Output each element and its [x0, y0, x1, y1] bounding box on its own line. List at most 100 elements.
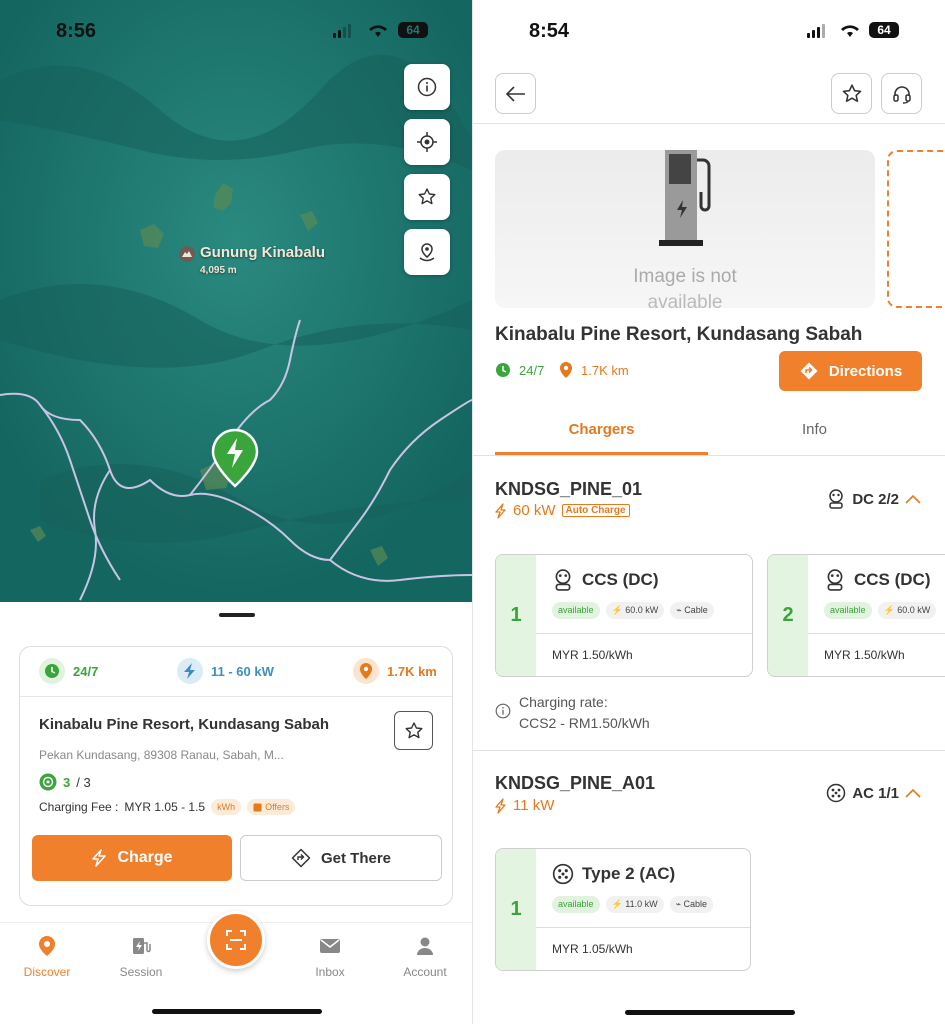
charger-group-toggle[interactable]: DC 2/2	[826, 489, 921, 509]
power-text: 60 kW	[513, 502, 556, 519]
status-bar: 8:54 64	[473, 18, 945, 46]
clock-icon	[39, 658, 65, 684]
map-view[interactable]: 8:56 64 Gunung Kinabalu 4,095 m	[0, 0, 472, 602]
directions-icon	[291, 848, 311, 868]
status-badge: available	[552, 896, 600, 913]
distance-text: 1.7K km	[581, 362, 629, 378]
offers-text: Offers	[265, 802, 290, 812]
session-charger-icon	[133, 938, 151, 954]
sheet-handle[interactable]	[219, 613, 255, 617]
tab-account[interactable]: Account	[385, 933, 465, 979]
tab-inbox[interactable]: Inbox	[290, 933, 370, 979]
scan-qr-button[interactable]	[207, 911, 265, 969]
power-chip: 11 - 60 kW	[177, 658, 274, 684]
station-summary-bar: 24/7 11 - 60 kW 1.7K km	[20, 647, 452, 697]
chevron-up-icon	[905, 494, 921, 504]
status-time: 8:56	[56, 20, 97, 42]
locate-me-button[interactable]	[404, 119, 450, 165]
station-marker-icon[interactable]	[211, 428, 259, 488]
star-icon	[405, 721, 422, 738]
pin-icon	[560, 362, 572, 378]
charging-rate-note: Charging rate: CCS2 - RM1.50/kWh	[495, 692, 650, 734]
connector-card[interactable]: 2 CCS (DC) available ⚡ 60.0 kW MYR 1.50/…	[767, 554, 945, 677]
map-pin-icon	[419, 243, 435, 262]
tab-inbox-label: Inbox	[315, 965, 345, 979]
connector-tags: available ⚡ 11.0 kW ⌁ Cable	[552, 896, 714, 913]
status-badge: available	[824, 602, 872, 619]
power-badge: ⚡ 60.0 kW	[877, 602, 937, 619]
bottom-tab-bar: Discover Session Inbox Account	[0, 911, 472, 1024]
cable-badge: ⌁ Cable	[670, 602, 714, 619]
station-detail-screen: 8:54 64 Image is not available Kinabalu …	[473, 0, 945, 1024]
power-badge: ⚡ 60.0 kW	[605, 602, 665, 619]
directions-icon	[800, 362, 818, 380]
location-pin-button[interactable]	[404, 229, 450, 275]
wifi-icon	[841, 25, 859, 37]
bolt-icon	[495, 797, 506, 814]
type2-connector-icon	[552, 863, 574, 885]
user-icon	[417, 937, 433, 955]
connector-card[interactable]: 1 Type 2 (AC) available ⚡ 11.0 kW ⌁ Cabl…	[495, 848, 751, 971]
hours-text: 24/7	[519, 362, 545, 378]
power-badge: ⚡ 11.0 kW	[605, 896, 664, 913]
connector-divider	[536, 633, 752, 634]
favorite-button[interactable]	[831, 73, 872, 114]
power-range-text: 11 - 60 kW	[211, 663, 274, 679]
connector-price: MYR 1.50/kWh	[552, 648, 633, 662]
favorites-button[interactable]	[404, 174, 450, 220]
plug-availability-icon	[39, 773, 57, 791]
tab-info[interactable]: Info	[708, 421, 921, 438]
offer-tag-icon	[253, 803, 262, 811]
status-badge: available	[552, 602, 600, 619]
directions-button[interactable]: Directions	[779, 351, 922, 391]
get-there-button[interactable]: Get There	[240, 835, 442, 881]
type2-connector-icon	[827, 783, 846, 803]
connector-tags: available ⚡ 60.0 kW	[824, 602, 937, 619]
fee-unit: kWh	[211, 799, 242, 815]
back-button[interactable]	[495, 73, 536, 114]
charger-group-name: KNDSG_PINE_01	[495, 479, 643, 499]
discover-pin-icon	[39, 936, 55, 956]
connector-tags: available ⚡ 60.0 kW ⌁ Cable	[552, 602, 714, 619]
fee-row: Charging Fee : MYR 1.05 - 1.5 kWh Offers	[39, 799, 296, 815]
add-photo-slot[interactable]	[887, 150, 945, 308]
charger-type-text: AC 1/1	[852, 784, 899, 802]
favorite-button[interactable]	[394, 711, 433, 750]
distance-text: 1.7K km	[387, 663, 437, 679]
charger-illustration-icon	[659, 150, 711, 246]
info-icon	[417, 77, 437, 97]
station-card[interactable]: 24/7 11 - 60 kW 1.7K km Kinabalu Pine Re…	[19, 646, 453, 906]
ccs-connector-icon	[829, 489, 844, 509]
connector-name: Type 2 (AC)	[582, 864, 676, 883]
status-time: 8:54	[529, 20, 570, 42]
connector-index: 1	[496, 555, 536, 676]
tab-session[interactable]: Session	[101, 933, 181, 979]
image-unavailable-text: Image is not	[633, 266, 737, 287]
map-screen: 8:56 64 Gunung Kinabalu 4,095 m 24/7 11 …	[0, 0, 472, 1024]
chevron-up-icon	[905, 788, 921, 798]
available-count: 3	[63, 774, 71, 790]
cable-badge: ⌁ Cable	[669, 896, 714, 913]
connector-name-row: CCS (DC)	[552, 569, 659, 591]
charge-button[interactable]: Charge	[32, 835, 232, 881]
tabs-divider	[473, 455, 945, 456]
rate-label: Charging rate:	[519, 694, 608, 710]
tab-chargers[interactable]: Chargers	[495, 421, 708, 438]
connector-name-row: CCS (DC)	[824, 569, 931, 591]
fee-value: MYR 1.05 - 1.5	[124, 800, 206, 814]
support-button[interactable]	[881, 73, 922, 114]
mountain-icon	[179, 246, 195, 262]
charger-group-toggle[interactable]: AC 1/1	[826, 783, 921, 803]
connector-card[interactable]: 1 CCS (DC) available ⚡ 60.0 kW ⌁ Cable M…	[495, 554, 753, 677]
cellular-signal-icon	[807, 24, 825, 38]
connector-divider	[808, 633, 945, 634]
headset-icon	[892, 85, 911, 104]
info-button[interactable]	[404, 64, 450, 110]
offers-badge[interactable]: Offers	[247, 799, 296, 815]
station-address: Pekan Kundasang, 89308 Ranau, Sabah, M..…	[39, 748, 284, 762]
tab-discover[interactable]: Discover	[7, 933, 87, 979]
bolt-icon	[495, 502, 506, 519]
wifi-icon	[369, 25, 387, 37]
ccs-connector-icon	[555, 569, 571, 591]
peak-label: Gunung Kinabalu	[200, 244, 325, 261]
